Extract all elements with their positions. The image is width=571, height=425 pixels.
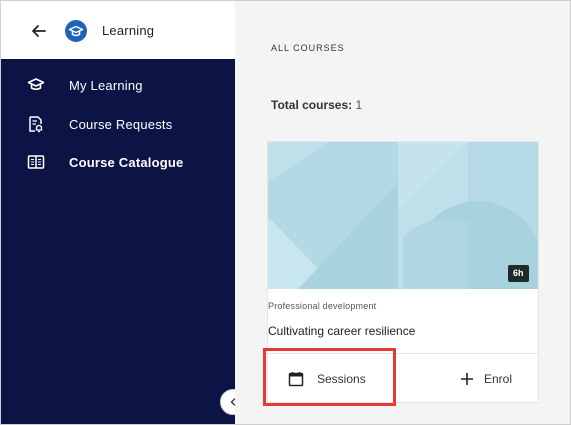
request-doc-icon: [29, 116, 43, 133]
enrol-button[interactable]: Enrol: [460, 366, 512, 392]
total-courses: Total courses: 1: [271, 98, 362, 112]
arrow-left-icon: [32, 25, 46, 37]
sidebar-item-label: Course Catalogue: [69, 155, 184, 170]
app-title: Learning: [102, 23, 155, 38]
total-courses-label: Total courses:: [271, 98, 353, 112]
course-category: Professional development: [268, 301, 377, 311]
duration-badge: 6h: [508, 265, 529, 282]
catalogue-book-icon: [27, 155, 45, 169]
page-title: ALL COURSES: [271, 43, 345, 53]
enrol-label: Enrol: [484, 372, 513, 386]
sidebar-item-course-requests[interactable]: Course Requests: [1, 110, 235, 138]
thumbnail-pattern: [268, 142, 538, 289]
learning-logo-icon: [65, 20, 87, 42]
app-frame: Learning My Learning Course Requests Cou…: [0, 0, 571, 425]
sidebar-header: Learning: [1, 1, 235, 59]
course-title[interactable]: Cultivating career resilience: [268, 324, 415, 338]
highlight-annotation: [263, 348, 396, 406]
graduation-cap-icon: [27, 78, 45, 91]
sidebar-item-my-learning[interactable]: My Learning: [1, 71, 235, 99]
total-courses-count: 1: [355, 98, 363, 112]
sidebar: Learning My Learning Course Requests Cou…: [1, 1, 235, 424]
course-thumbnail: 6h: [268, 142, 538, 289]
sidebar-item-label: My Learning: [69, 78, 143, 93]
plus-icon: [461, 373, 473, 385]
back-button[interactable]: [29, 21, 49, 41]
sidebar-item-course-catalogue[interactable]: Course Catalogue: [1, 148, 235, 176]
sidebar-item-label: Course Requests: [69, 117, 173, 132]
